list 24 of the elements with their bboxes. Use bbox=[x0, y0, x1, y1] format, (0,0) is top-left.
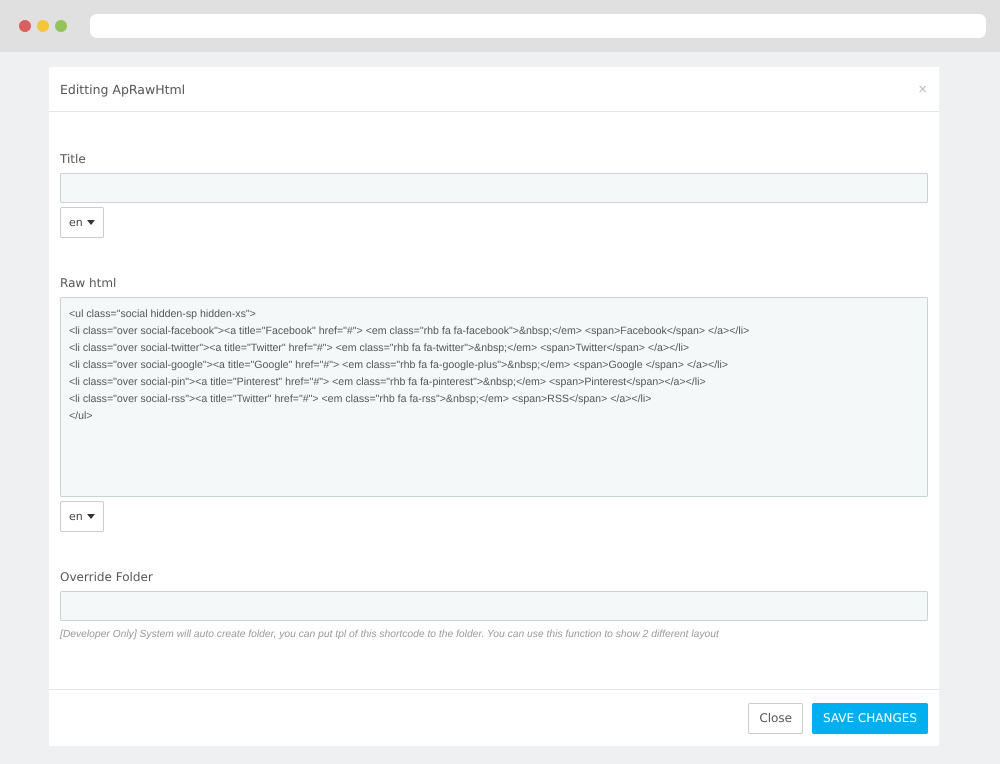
language-dropdown[interactable]: en bbox=[60, 501, 104, 532]
window-minimize-icon[interactable] bbox=[37, 20, 49, 32]
help-text: [Developer Only] System will auto create folder, you can put tpl of this shortcode to the folder. You can use this function to show 2 different layout bbox=[60, 629, 719, 640]
language-dropdown[interactable]: en bbox=[60, 207, 104, 238]
code-line: <li class="over social-google"><a title="Google" href="#"> <em class="rhb fa fa-google-plus">&nbsp;</em> <span>Google </span> </a></li> bbox=[69, 358, 730, 373]
caret-icon bbox=[86, 514, 95, 519]
field-label: Override Folder bbox=[60, 570, 153, 584]
caret-icon bbox=[86, 220, 95, 225]
field-label: Title bbox=[60, 152, 86, 166]
address-bar[interactable] bbox=[90, 14, 986, 38]
code-line: <ul class="social hidden-sp hidden-xs"> bbox=[69, 307, 257, 322]
code-line: <li class="over social-twitter"><a title="Twitter" href="#"> <em class="rhb fa fa-twitter">&nbsp;</em> <span>Twitter</span> </a></li> bbox=[69, 341, 690, 356]
close-button[interactable]: Close bbox=[748, 702, 804, 734]
code-line: <li class="over social-facebook"><a title="Facebook" href="#"> <em class="rhb fa fa-facebook">&nbsp;</em> <span>Facebook</span> </a></li> bbox=[69, 324, 750, 339]
window-maximize-icon[interactable] bbox=[55, 20, 67, 32]
code-field[interactable] bbox=[60, 297, 928, 497]
text-field[interactable] bbox=[60, 173, 928, 203]
code-line: <li class="over social-rss"><a title="Twitter" href="#"> <em class="rhb fa fa-rss">&nbsp;</em> <span>RSS</span> </a></li> bbox=[69, 392, 652, 407]
code-line: </ul> bbox=[69, 409, 94, 424]
modal-title: Editting ApRawHtml bbox=[60, 82, 186, 96]
window-close-icon[interactable] bbox=[19, 20, 31, 32]
code-line: <li class="over social-pin"><a title="Pinterest" href="#"> <em class="rhb fa fa-pinterest">&nbsp;</em> <span>Pinterest</span></a></li> bbox=[69, 375, 707, 390]
field-label: Raw html bbox=[60, 276, 116, 290]
text-field[interactable] bbox=[60, 591, 928, 621]
